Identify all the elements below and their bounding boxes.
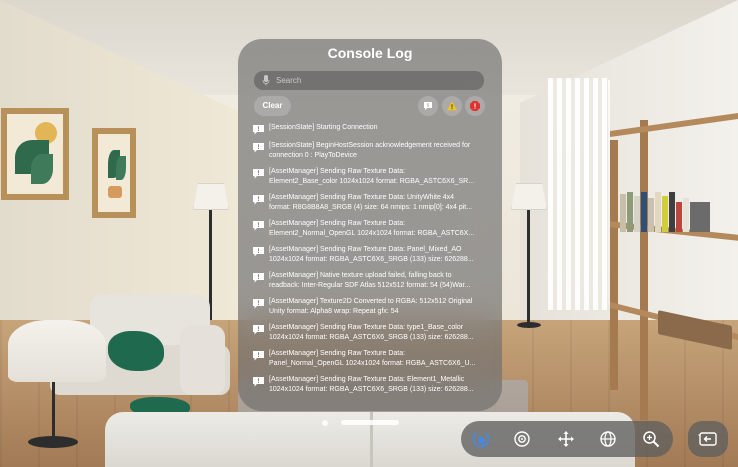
lamp-pole <box>527 210 530 325</box>
log-message-line: [AssetManager] Sending Raw Texture Data: <box>269 350 406 357</box>
log-message: [AssetManager] Sending Raw Texture Data:… <box>269 245 492 265</box>
speech-bubble-icon <box>253 221 264 231</box>
log-message-line: readback: Inter-Regular SDF Atlas 512x51… <box>269 282 471 289</box>
books <box>620 190 730 232</box>
log-message: [AssetManager] Sending Raw Texture Data:… <box>269 323 492 343</box>
log-message-line: [AssetManager] Sending Raw Texture Data:… <box>269 376 465 383</box>
move-tool-button[interactable] <box>555 428 577 450</box>
window-grab-bar[interactable] <box>341 420 399 425</box>
clear-button[interactable]: Clear <box>254 96 291 116</box>
log-message-line: 1024x1024 format: RGBA_ASTC6X6_SRGB (133… <box>269 386 474 393</box>
speech-bubble-icon <box>253 247 264 257</box>
log-message: [AssetManager] Native texture upload fai… <box>269 271 492 291</box>
speech-bubble-icon <box>253 143 264 153</box>
wall-art-plant <box>92 128 136 218</box>
log-entry[interactable]: [AssetManager] Sending Raw Texture Data:… <box>252 167 492 193</box>
log-message-line: [AssetManager] Sending Raw Texture Data:… <box>269 246 462 253</box>
bookshelf-post <box>610 140 618 390</box>
log-list: [SessionState] Starting Connection [Sessi… <box>252 123 492 409</box>
floor-lamp-back-left <box>193 183 229 210</box>
bookshelf-post <box>640 120 648 420</box>
info-filter-button[interactable] <box>418 96 438 116</box>
log-message-line: [SessionState] Starting Connection <box>269 124 378 131</box>
table-lamp-front-left <box>8 320 106 382</box>
microphone-icon[interactable] <box>262 75 270 86</box>
log-message: [AssetManager] Texture2D Converted to RG… <box>269 297 492 317</box>
log-entry[interactable]: [AssetManager] Sending Raw Texture Data:… <box>252 245 492 271</box>
log-message: [AssetManager] Sending Raw Texture Data:… <box>269 219 492 239</box>
lamp-base <box>28 436 78 448</box>
log-message-line: [AssetManager] Sending Raw Texture Data: <box>269 168 406 175</box>
globe-icon <box>600 431 616 447</box>
speech-bubble-icon <box>253 351 264 361</box>
log-message: [AssetManager] Sending Raw Texture Data:… <box>269 167 492 187</box>
floor-lamp-back-right <box>511 183 547 210</box>
log-message-line: [AssetManager] Sending Raw Texture Data: <box>269 220 406 227</box>
speech-bubble-icon <box>253 125 264 135</box>
log-message-line: [AssetManager] Native texture upload fai… <box>269 272 452 279</box>
globe-tool-button[interactable] <box>597 428 619 450</box>
window-close-dot[interactable] <box>322 420 328 426</box>
error-octagon-icon <box>470 101 480 111</box>
log-message-line: [AssetManager] Sending Raw Texture Data:… <box>269 194 455 201</box>
error-filter-button[interactable] <box>465 96 485 116</box>
log-entry[interactable]: [AssetManager] Sending Raw Texture Data:… <box>252 193 492 219</box>
orbit-target-icon <box>514 431 530 447</box>
warning-filter-button[interactable] <box>442 96 462 116</box>
log-message-line: [SessionState] BeginHostSession acknowle… <box>269 142 471 149</box>
move-arrows-icon <box>558 431 574 447</box>
wall-art-monstera <box>1 108 69 200</box>
log-message-line: 1024x1024 format: RGBA_ASTC6X6_SRGB (133… <box>269 256 474 263</box>
log-entry[interactable]: [AssetManager] Native texture upload fai… <box>252 271 492 297</box>
log-entry[interactable]: [AssetManager] Sending Raw Texture Data:… <box>252 219 492 245</box>
log-entry[interactable]: [AssetManager] Sending Raw Texture Data:… <box>252 349 492 375</box>
log-entry[interactable]: [SessionState] Starting Connection <box>252 123 492 141</box>
log-message-line: 1024x1024 format: RGBA_ASTC6X6_SRGB (133… <box>269 334 474 341</box>
log-message: [SessionState] BeginHostSession acknowle… <box>269 141 492 161</box>
orbit-tool-button[interactable] <box>511 428 533 450</box>
select-tool-button[interactable] <box>470 428 492 450</box>
speech-bubble-icon <box>253 169 264 179</box>
speech-bubble-icon <box>253 325 264 335</box>
panel-title: Console Log <box>327 45 413 61</box>
log-message-line: Panel_Normal_OpenGL 1024x1024 format: RG… <box>269 360 476 367</box>
bottom-toolbar <box>461 421 673 457</box>
log-message-line: Unity format: Alpha8 wrap: Repeat gfx: 5… <box>269 308 399 315</box>
speech-bubble-icon <box>253 195 264 205</box>
log-entry[interactable]: [AssetManager] Sending Raw Texture Data:… <box>252 375 492 401</box>
exit-view-icon <box>698 432 717 446</box>
exit-view-button[interactable] <box>688 421 728 457</box>
speech-bubble-icon <box>253 299 264 309</box>
speech-bubble-icon <box>424 102 432 110</box>
log-message-line: connection 0 : PlayToDevice <box>269 152 357 159</box>
zoom-tool-button[interactable] <box>640 428 662 450</box>
log-message-line: Element2_Normal_OpenGL 1024x1024 format:… <box>269 230 475 237</box>
log-message-line: [AssetManager] Texture2D Converted to RG… <box>269 298 473 305</box>
log-message-line: format: R8G8B8A8_SRGB (4) size: 64 nmips… <box>269 204 473 211</box>
speech-bubble-icon <box>253 377 264 387</box>
log-message: [AssetManager] Sending Raw Texture Data:… <box>269 375 492 395</box>
pointer-cursor-icon <box>472 430 490 448</box>
log-message-line: [AssetManager] Sending Raw Texture Data:… <box>269 324 464 331</box>
speech-bubble-icon <box>253 273 264 283</box>
log-entry[interactable]: [SessionState] BeginHostSession acknowle… <box>252 141 492 167</box>
log-entry[interactable]: [AssetManager] Sending Raw Texture Data:… <box>252 323 492 349</box>
log-entry[interactable]: [AssetManager] Texture2D Converted to RG… <box>252 297 492 323</box>
curtain <box>548 78 608 310</box>
log-message-line: Element2_Base_color 1024x1024 format: RG… <box>269 178 475 185</box>
console-log-window: Console Log Clear [SessionState] Starti <box>238 39 502 411</box>
lamp-base <box>517 322 541 328</box>
search-field[interactable] <box>254 71 484 90</box>
zoom-magnifier-icon <box>643 431 660 448</box>
log-message: [SessionState] Starting Connection <box>269 123 492 133</box>
log-message: [AssetManager] Sending Raw Texture Data:… <box>269 349 492 369</box>
warning-triangle-icon <box>447 101 457 111</box>
lamp-pole <box>52 382 55 437</box>
search-input[interactable] <box>276 71 476 90</box>
log-message: [AssetManager] Sending Raw Texture Data:… <box>269 193 492 213</box>
